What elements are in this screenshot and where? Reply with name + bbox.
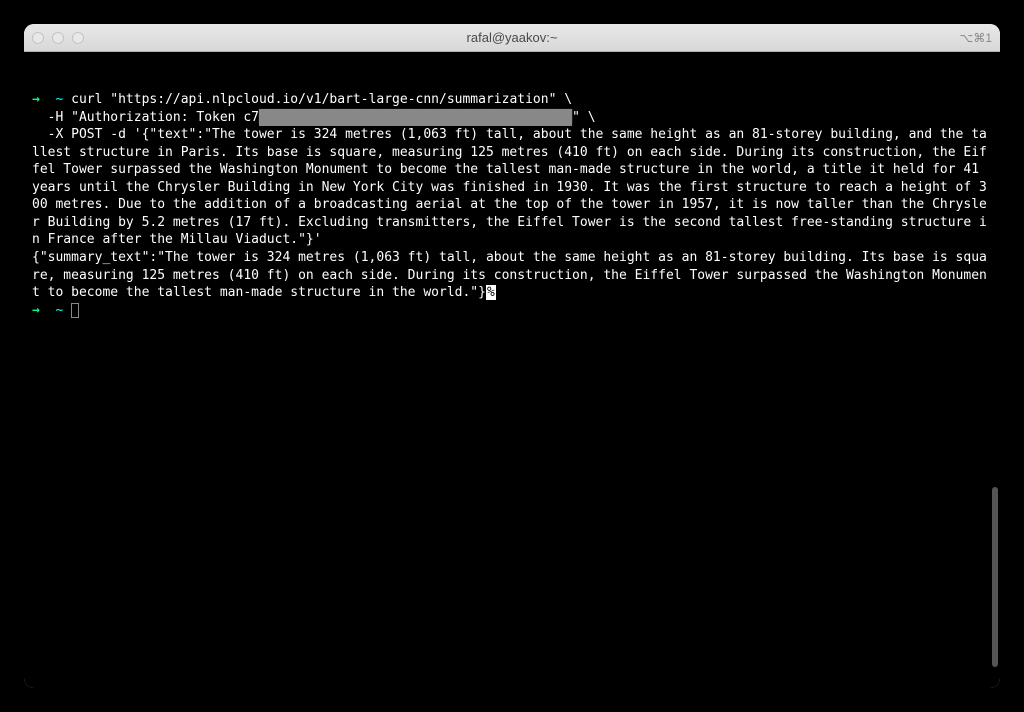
auth-header-prefix: -H "Authorization: Token c7 bbox=[32, 110, 259, 125]
auth-header-suffix: " \ bbox=[572, 110, 595, 125]
response-output: {"summary_text":"The tower is 324 metres… bbox=[32, 250, 987, 300]
prompt-path: ~ bbox=[55, 92, 63, 107]
close-button[interactable] bbox=[32, 32, 44, 44]
scrollbar-thumb[interactable] bbox=[992, 487, 998, 667]
terminal-body[interactable]: → ~ curl "https://api.nlpcloud.io/v1/bar… bbox=[24, 52, 1000, 688]
traffic-lights bbox=[32, 32, 84, 44]
window-title: rafal@yaakov:~ bbox=[467, 30, 558, 45]
titlebar[interactable]: rafal@yaakov:~ ⌥⌘1 bbox=[24, 24, 1000, 52]
redacted-token: ████████████████████████████████████████ bbox=[259, 109, 572, 127]
terminal-content: → ~ curl "https://api.nlpcloud.io/v1/bar… bbox=[32, 91, 992, 319]
window-shortcut: ⌥⌘1 bbox=[959, 31, 992, 45]
curl-suffix: " \ bbox=[549, 92, 572, 107]
post-body: -X POST -d '{"text":"The tower is 324 me… bbox=[32, 127, 987, 247]
prompt-arrow-2: → bbox=[32, 303, 40, 318]
minimize-button[interactable] bbox=[52, 32, 64, 44]
api-url: https://api.nlpcloud.io/v1/bart-large-cn… bbox=[118, 92, 548, 107]
eol-marker: % bbox=[486, 285, 496, 300]
terminal-window: rafal@yaakov:~ ⌥⌘1 → ~ curl "https://api… bbox=[24, 24, 1000, 688]
prompt-arrow: → bbox=[32, 92, 40, 107]
prompt-path-2: ~ bbox=[55, 303, 63, 318]
curl-command: curl " bbox=[71, 92, 118, 107]
maximize-button[interactable] bbox=[72, 32, 84, 44]
alt-icon: ⌥ bbox=[959, 31, 973, 45]
shortcut-text: ⌘1 bbox=[973, 31, 992, 45]
cursor[interactable] bbox=[71, 303, 79, 318]
